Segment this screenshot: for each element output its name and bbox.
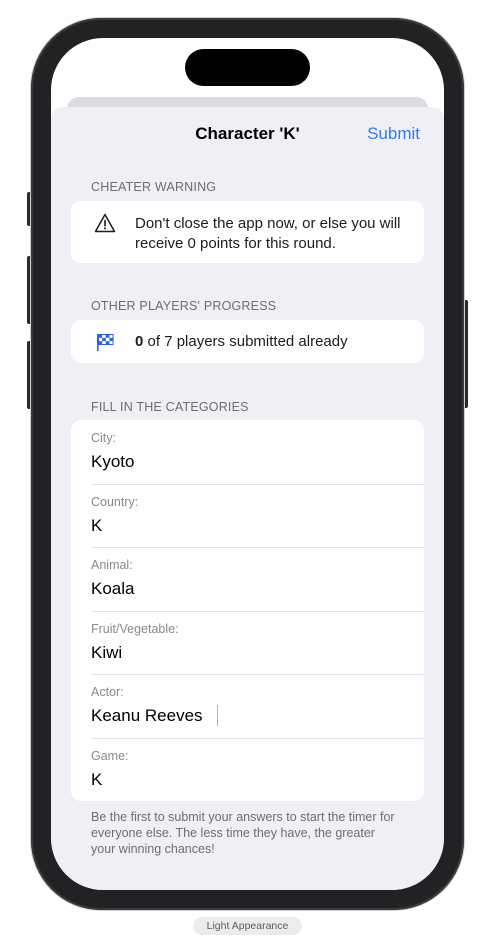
section-header-progress: OTHER PLAYERS' PROGRESS [91, 299, 277, 313]
progress-card: 0 of 7 players submitted already [71, 320, 424, 363]
submit-button[interactable]: Submit [367, 124, 420, 144]
category-row-city: City: [71, 420, 424, 484]
country-field[interactable] [91, 515, 401, 536]
warning-text: Don't close the app now, or else you wil… [135, 215, 401, 252]
animal-field[interactable] [91, 579, 401, 599]
row-divider [91, 483, 424, 485]
category-row-country: Country: [71, 483, 424, 548]
row-divider [91, 547, 424, 548]
category-label: Fruit/Vegetable: [91, 621, 179, 636]
actor-field[interactable] [91, 706, 401, 726]
category-row-fruit-vegetable: Fruit/Vegetable: [71, 610, 424, 675]
fruit-vegetable-field[interactable] [91, 642, 401, 663]
categories-card: City: Country: Animal: Fruit/Vegetable: [71, 420, 424, 801]
category-row-game: Game: [71, 737, 424, 802]
phone-screen: Character 'K' Submit CHEATER WARNING Don… [51, 38, 444, 890]
category-label: Animal: [91, 558, 133, 572]
category-row-animal: Animal: [71, 547, 424, 611]
categories-footer-note: Be the first to submit your answers to s… [91, 810, 395, 856]
section-header-categories: FILL IN THE CATEGORIES [91, 400, 249, 414]
checkered-flag-icon [97, 334, 114, 351]
category-label: City: [91, 431, 116, 445]
progress-rest-text: of 7 players submitted already [143, 333, 348, 350]
section-header-warning: CHEATER WARNING [91, 180, 217, 194]
category-row-actor: Actor: [71, 674, 424, 738]
warning-card: Don't close the app now, or else you wil… [71, 201, 424, 263]
simulator-stage: Character 'K' Submit CHEATER WARNING Don… [0, 0, 495, 951]
category-label: Actor: [91, 685, 124, 699]
dynamic-island [185, 49, 310, 86]
game-field[interactable] [91, 769, 401, 790]
row-divider [91, 674, 424, 675]
city-field[interactable] [91, 452, 401, 472]
modal-sheet: Character 'K' Submit CHEATER WARNING Don… [51, 107, 444, 890]
appearance-label: Light Appearance [193, 917, 302, 935]
category-label: Game: [91, 748, 129, 763]
warning-triangle-icon [94, 213, 116, 233]
progress-text: 0 of 7 players submitted already [135, 333, 348, 350]
row-divider [91, 737, 424, 739]
row-divider [91, 610, 424, 612]
text-cursor [217, 705, 218, 726]
category-label: Country: [91, 494, 139, 509]
